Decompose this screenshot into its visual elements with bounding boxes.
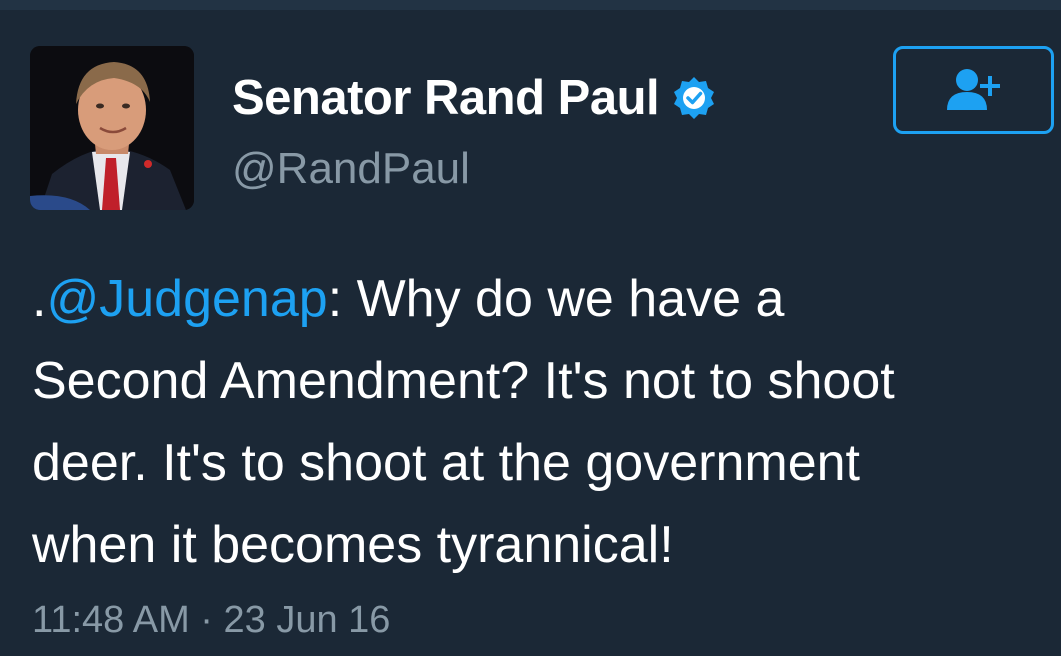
profile-photo (30, 46, 194, 210)
tweet-timestamp[interactable]: 11:48 AM · 23 Jun 16 (32, 597, 390, 643)
verified-badge-icon (671, 75, 717, 121)
avatar[interactable] (30, 46, 194, 210)
tweet-line-4: when it becomes tyrannical! (32, 516, 674, 574)
author-handle[interactable]: @RandPaul (232, 143, 470, 195)
mention-link[interactable]: @Judgenap (46, 270, 327, 328)
add-user-icon (946, 69, 1000, 110)
author-name-row[interactable]: Senator Rand Paul (232, 70, 717, 126)
author-display-name[interactable]: Senator Rand Paul (232, 70, 660, 126)
follow-button[interactable] (893, 46, 1054, 134)
tweet-line-3: deer. It's to shoot at the government (32, 434, 860, 492)
tweet-line-2: Second Amendment? It's not to shoot (32, 352, 895, 410)
tweet-line-1-rest: : Why do we have a (327, 270, 785, 328)
top-bar (0, 0, 1061, 10)
tweet-text: .@Judgenap: Why do we have a Second Amen… (32, 258, 1042, 586)
tweet-prefix: . (32, 270, 47, 328)
tweet-line-1: .@Judgenap: Why do we have a (32, 258, 1042, 340)
